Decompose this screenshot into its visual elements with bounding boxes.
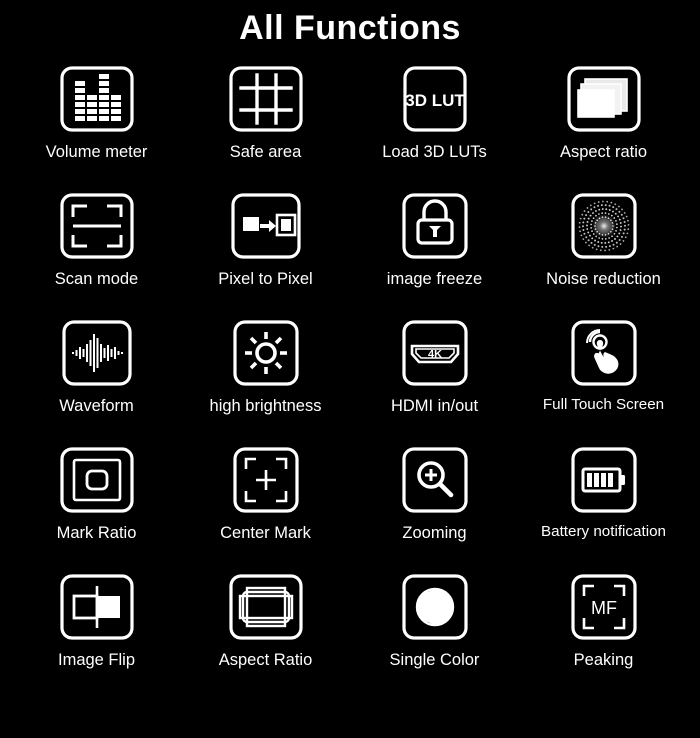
touch-screen-hand-icon bbox=[563, 316, 645, 390]
mark-ratio-icon bbox=[56, 443, 138, 517]
function-label: HDMI in/out bbox=[390, 396, 479, 415]
function-item-high-brightness[interactable]: high brightness bbox=[181, 316, 350, 443]
function-label: Image Flip bbox=[57, 650, 136, 669]
function-item-volume-meter[interactable]: Volume meter bbox=[12, 62, 181, 189]
aspect-ratio-frames-icon bbox=[225, 570, 307, 644]
center-mark-icon bbox=[225, 443, 307, 517]
function-item-hdmi-in-out[interactable]: 4K HDMI in/out bbox=[350, 316, 519, 443]
3d-lut-icon-text: 3D LUT bbox=[405, 91, 465, 110]
scan-mode-icon bbox=[56, 189, 138, 263]
function-item-zooming[interactable]: Zooming bbox=[350, 443, 519, 570]
3d-lut-icon: 3D LUT bbox=[394, 62, 476, 136]
all-functions-page: All Functions Volume meter Safe area 3D … bbox=[0, 0, 700, 738]
function-label: Battery notification bbox=[541, 522, 666, 540]
image-flip-icon bbox=[56, 570, 138, 644]
function-item-mark-ratio[interactable]: Mark Ratio bbox=[12, 443, 181, 570]
waveform-icon bbox=[56, 316, 138, 390]
battery-icon bbox=[563, 443, 645, 517]
image-freeze-lock-icon bbox=[394, 189, 476, 263]
function-item-center-mark[interactable]: Center Mark bbox=[181, 443, 350, 570]
function-item-image-flip[interactable]: Image Flip bbox=[12, 570, 181, 697]
volume-meter-icon bbox=[56, 62, 138, 136]
function-item-aspect-ratio[interactable]: Aspect ratio bbox=[519, 62, 688, 189]
zoom-magnifier-icon bbox=[394, 443, 476, 517]
function-label: Pixel to Pixel bbox=[218, 269, 313, 288]
function-item-pixel-to-pixel[interactable]: Pixel to Pixel bbox=[181, 189, 350, 316]
function-item-peaking[interactable]: MF Peaking bbox=[519, 570, 688, 697]
function-item-aspect-ratio-frames[interactable]: Aspect Ratio bbox=[181, 570, 350, 697]
pixel-to-pixel-icon bbox=[225, 189, 307, 263]
function-item-load-3d-luts[interactable]: 3D LUT Load 3D LUTs bbox=[350, 62, 519, 189]
function-item-single-color[interactable]: Single Color bbox=[350, 570, 519, 697]
safe-area-grid-icon bbox=[225, 62, 307, 136]
function-label: Load 3D LUTs bbox=[382, 142, 487, 161]
peaking-mf-icon: MF bbox=[563, 570, 645, 644]
function-item-image-freeze[interactable]: image freeze bbox=[350, 189, 519, 316]
function-label: high brightness bbox=[209, 396, 322, 415]
peaking-mf-text: MF bbox=[591, 598, 617, 618]
noise-reduction-icon bbox=[563, 189, 645, 263]
function-label: image freeze bbox=[386, 269, 483, 288]
function-item-waveform[interactable]: Waveform bbox=[12, 316, 181, 443]
function-item-scan-mode[interactable]: Scan mode bbox=[12, 189, 181, 316]
function-label: Waveform bbox=[59, 396, 134, 415]
function-label: Volume meter bbox=[45, 142, 148, 161]
function-item-safe-area[interactable]: Safe area bbox=[181, 62, 350, 189]
function-label: Center Mark bbox=[220, 523, 311, 542]
function-label: Single Color bbox=[389, 650, 480, 669]
single-color-sphere-icon bbox=[394, 570, 476, 644]
page-title: All Functions bbox=[239, 9, 461, 47]
aspect-ratio-stack-icon bbox=[563, 62, 645, 136]
hdmi-port-icon: 4K bbox=[394, 316, 476, 390]
function-item-battery-notification[interactable]: Battery notification bbox=[519, 443, 688, 570]
function-label: Full Touch Screen bbox=[542, 395, 665, 413]
function-label: Safe area bbox=[229, 142, 302, 161]
function-label: Aspect ratio bbox=[559, 142, 648, 161]
function-label: Mark Ratio bbox=[56, 523, 137, 542]
function-label: Peaking bbox=[573, 650, 634, 669]
function-label: Scan mode bbox=[54, 269, 139, 288]
function-label: Noise reduction bbox=[546, 269, 661, 288]
high-brightness-sun-icon bbox=[225, 316, 307, 390]
function-label: Aspect Ratio bbox=[218, 650, 313, 669]
function-item-noise-reduction[interactable]: Noise reduction bbox=[519, 189, 688, 316]
function-item-full-touch-screen[interactable]: Full Touch Screen bbox=[519, 316, 688, 443]
functions-grid: Volume meter Safe area 3D LUT Load 3D LU… bbox=[0, 62, 700, 697]
hdmi-4k-text: 4K bbox=[427, 348, 441, 360]
function-label: Zooming bbox=[402, 523, 467, 542]
